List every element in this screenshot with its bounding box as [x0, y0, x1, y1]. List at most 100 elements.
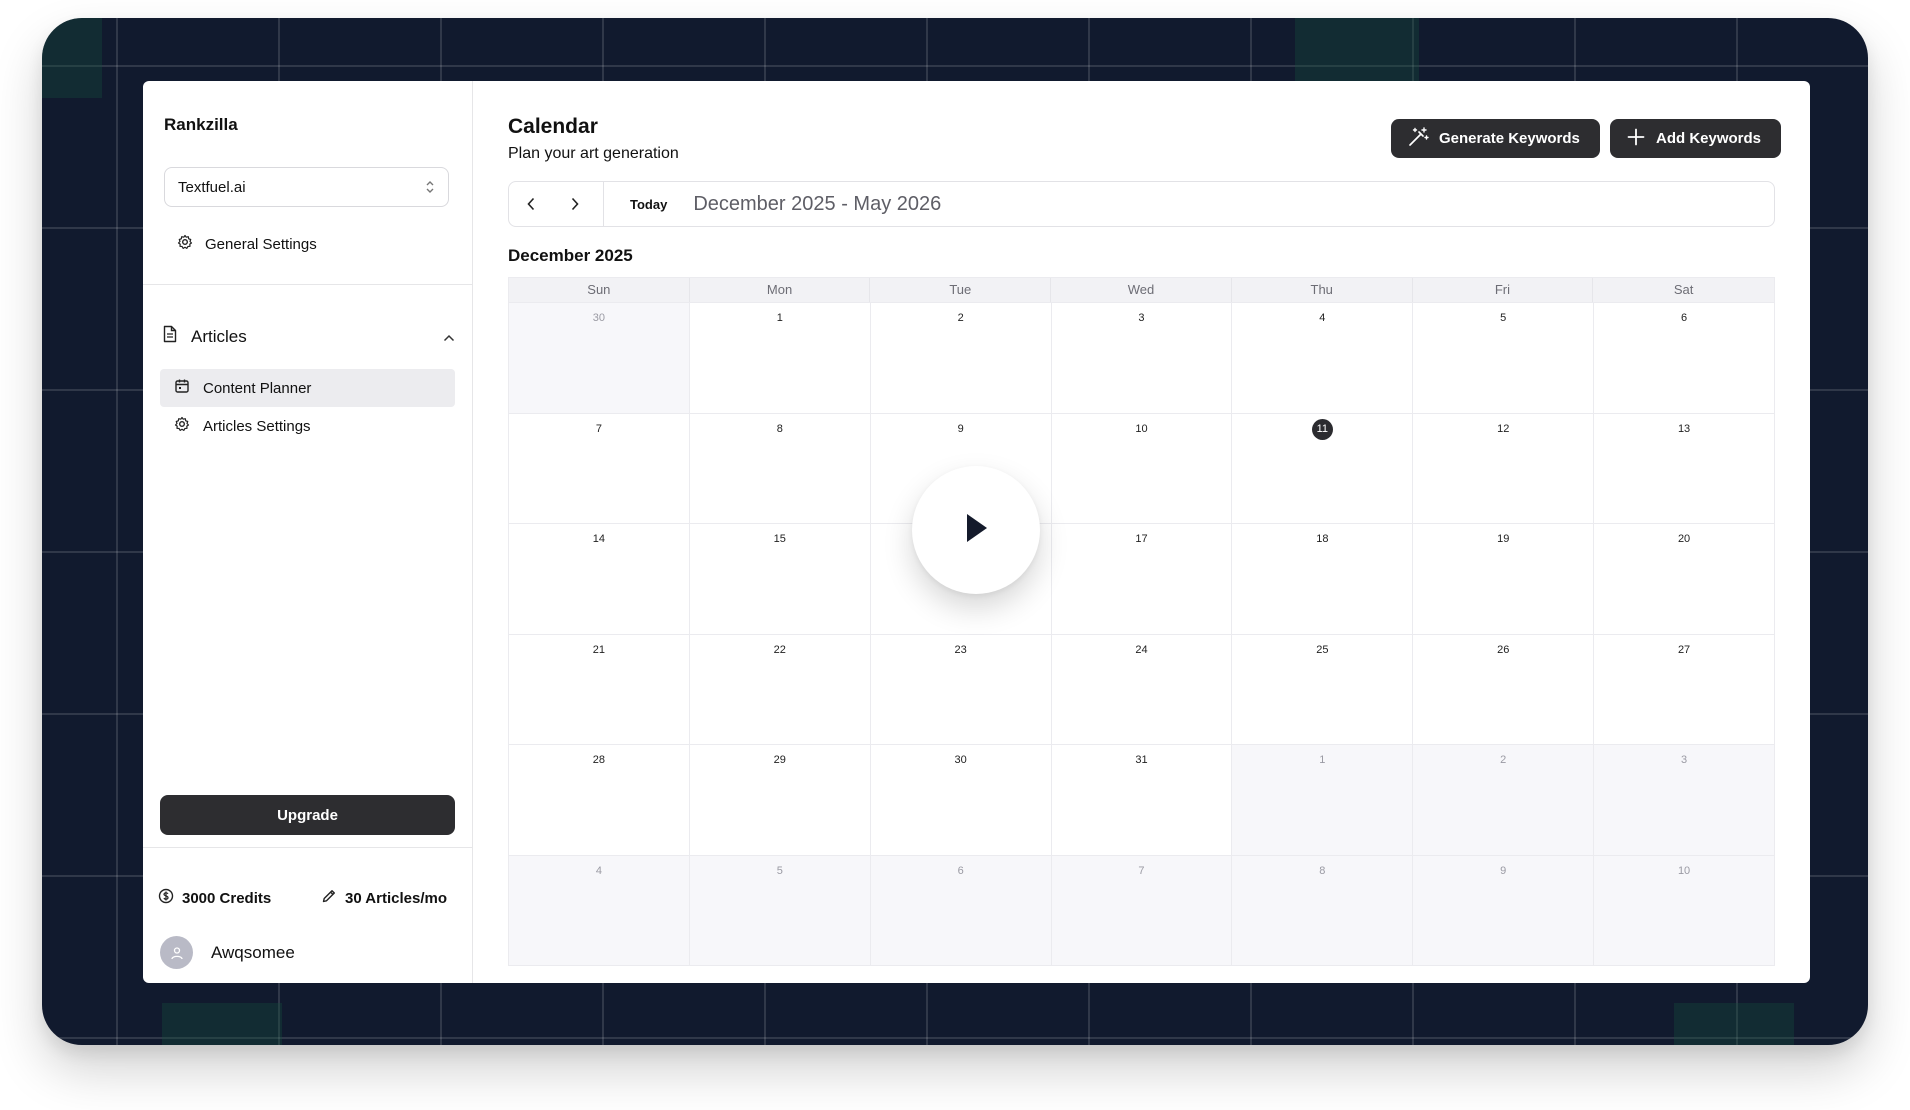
site-select[interactable]: Textfuel.ai	[164, 167, 449, 207]
weekday-label: Sun	[509, 278, 690, 302]
chevron-up-icon	[443, 327, 455, 347]
generate-keywords-button[interactable]: Generate Keywords	[1391, 119, 1600, 158]
day-cell[interactable]: 6	[870, 855, 1052, 966]
date-number: 2	[1500, 754, 1507, 766]
date-number: 10	[1135, 422, 1148, 435]
magic-wand-icon	[1407, 126, 1429, 152]
date-number: 30	[592, 312, 606, 324]
day-cell[interactable]: 28	[509, 745, 690, 856]
weekday-label: Mon	[690, 278, 871, 302]
day-cell[interactable]: 2	[1413, 745, 1595, 856]
sidebar-item-content-planner[interactable]: Content Planner	[160, 369, 455, 407]
chevron-right-icon[interactable]	[553, 182, 597, 226]
day-cell[interactable]: 4	[509, 855, 690, 966]
divider	[143, 847, 473, 848]
day-cell[interactable]: 21	[509, 634, 690, 745]
day-cell[interactable]: 26	[1413, 634, 1595, 745]
divider	[143, 284, 473, 285]
generate-keywords-label: Generate Keywords	[1439, 130, 1580, 147]
toolbar-divider	[603, 182, 604, 226]
day-cell[interactable]: 24	[1051, 634, 1233, 745]
date-number: 8	[1319, 864, 1326, 877]
gear-icon	[174, 416, 190, 436]
date-number: 3	[1681, 754, 1688, 766]
document-icon	[162, 325, 178, 348]
weekday-label: Sat	[1673, 282, 1694, 297]
day-cell[interactable]: 30	[870, 745, 1052, 856]
day-cell[interactable]: 23	[870, 634, 1052, 745]
day-cell[interactable]: 12	[1413, 413, 1595, 524]
date-number: 4	[1319, 312, 1326, 324]
date-number: 26	[1497, 643, 1510, 656]
calendar-icon	[174, 378, 190, 398]
day-cell[interactable]: 9	[1413, 855, 1595, 966]
chevron-up-down-icon	[425, 180, 435, 194]
calendar-grid: Sun Mon Tue Wed Thu Fri Sat 30 1 2 3 4 5 6 7 8 9 10 11 12 1…	[508, 277, 1775, 966]
upgrade-button[interactable]: Upgrade	[160, 795, 455, 835]
day-cell[interactable]: 31	[1051, 745, 1233, 856]
day-cell[interactable]: 25	[1232, 634, 1414, 745]
day-cell[interactable]: 8	[689, 413, 871, 524]
today-button[interactable]: Today	[630, 197, 667, 212]
date-number: 2	[957, 312, 964, 324]
play-video-button[interactable]	[912, 466, 1040, 594]
day-cell[interactable]: 29	[689, 745, 871, 856]
avatar	[160, 936, 193, 969]
day-cell[interactable]: 7	[1051, 855, 1233, 966]
sidebar-item-label: Content Planner	[203, 379, 312, 397]
date-number: 17	[1135, 533, 1148, 545]
user-menu[interactable]: Awqsomee	[160, 936, 295, 969]
date-number: 6	[1681, 312, 1688, 324]
day-cell[interactable]: 30	[509, 303, 690, 414]
date-number: 6	[957, 864, 964, 877]
day-cell[interactable]: 2	[870, 303, 1052, 414]
day-cell[interactable]: 7	[509, 413, 690, 524]
add-keywords-button[interactable]: Add Keywords	[1610, 119, 1782, 158]
date-number: 25	[1316, 643, 1329, 656]
day-cell[interactable]: 20	[1594, 524, 1775, 635]
day-cell[interactable]: 3	[1051, 303, 1233, 414]
calendar-toolbar: Today December 2025 - May 2026	[508, 181, 1775, 227]
day-cell[interactable]: 8	[1232, 855, 1414, 966]
date-number: 14	[592, 533, 606, 545]
date-number: 7	[595, 422, 602, 435]
day-cell[interactable]: 11	[1232, 413, 1414, 524]
date-number: 18	[1316, 533, 1329, 545]
articles-section-toggle[interactable]: Articles	[162, 325, 455, 348]
page-title: Calendar	[508, 115, 598, 138]
username: Awqsomee	[211, 942, 295, 962]
day-cell[interactable]: 5	[689, 855, 871, 966]
sidebar: Rankzilla Textfuel.ai General Settings A…	[143, 81, 473, 983]
day-cell[interactable]: 22	[689, 634, 871, 745]
day-cell[interactable]: 5	[1413, 303, 1595, 414]
page-subtitle: Plan your art generation	[508, 145, 679, 162]
day-cell[interactable]: 17	[1051, 524, 1233, 635]
day-cell[interactable]: 27	[1594, 634, 1775, 745]
day-cell[interactable]: 1	[689, 303, 871, 414]
sidebar-item-articles-settings[interactable]: Articles Settings	[160, 407, 455, 445]
day-cell[interactable]: 10	[1594, 855, 1775, 966]
day-cell[interactable]: 10	[1051, 413, 1233, 524]
day-cell[interactable]: 1	[1232, 745, 1414, 856]
day-cell[interactable]: 18	[1232, 524, 1414, 635]
month-label: December 2025	[508, 246, 633, 265]
day-cell[interactable]: 14	[509, 524, 690, 635]
day-cell[interactable]: 6	[1594, 303, 1775, 414]
general-settings-link[interactable]: General Settings	[177, 234, 317, 254]
weekday-label: Thu	[1232, 278, 1413, 302]
chevron-left-icon[interactable]	[509, 182, 553, 226]
articles-section-label: Articles	[191, 326, 247, 346]
weekday-header: Sun Mon Tue Wed Thu Fri Sat	[508, 277, 1775, 303]
calendar-days: 3012345678910111213141516171819202122232…	[508, 303, 1775, 966]
date-number: 9	[1500, 864, 1507, 877]
date-number: 19	[1497, 533, 1510, 545]
day-cell[interactable]: 3	[1594, 745, 1775, 856]
today-date-number: 11	[1311, 418, 1333, 440]
day-cell[interactable]: 19	[1413, 524, 1595, 635]
day-cell[interactable]: 13	[1594, 413, 1775, 524]
date-number: 5	[1500, 312, 1507, 324]
day-cell[interactable]: 4	[1232, 303, 1414, 414]
date-number: 23	[954, 643, 967, 656]
weekday-label: Wed	[1051, 278, 1232, 302]
day-cell[interactable]: 15	[689, 524, 871, 635]
